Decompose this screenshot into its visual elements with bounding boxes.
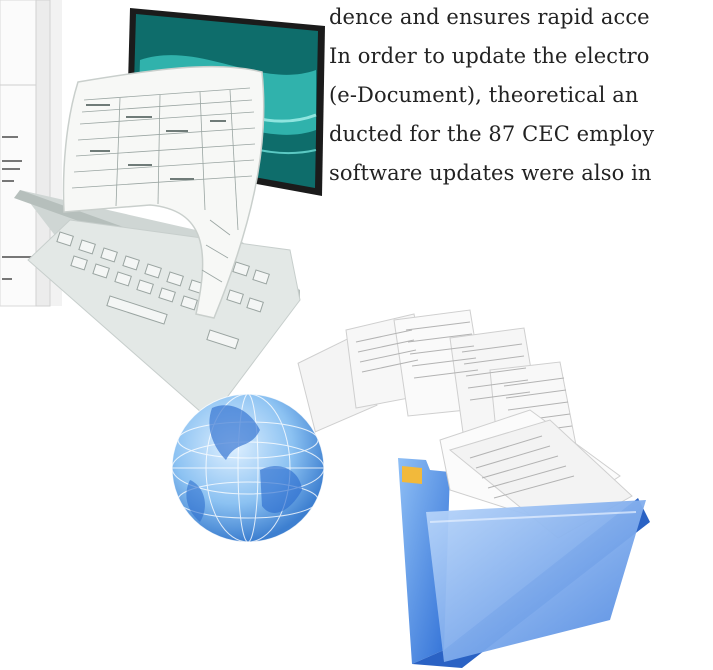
globe-icon [171, 393, 325, 543]
globe-documents-folder-illustration [171, 309, 650, 668]
article-line-2: In order to update the electro [329, 44, 650, 68]
article-line-1: dence and ensures rapid acce [329, 5, 650, 29]
folder-icon [398, 409, 650, 668]
article-text: dence and ensures rapid acce In order to… [329, 0, 713, 250]
article-line-4: ducted for the 87 CEC employ [329, 122, 655, 146]
article-line-3: (e-Document), theoretical an [329, 83, 639, 107]
article-line-5: software updates were also in [329, 161, 652, 185]
